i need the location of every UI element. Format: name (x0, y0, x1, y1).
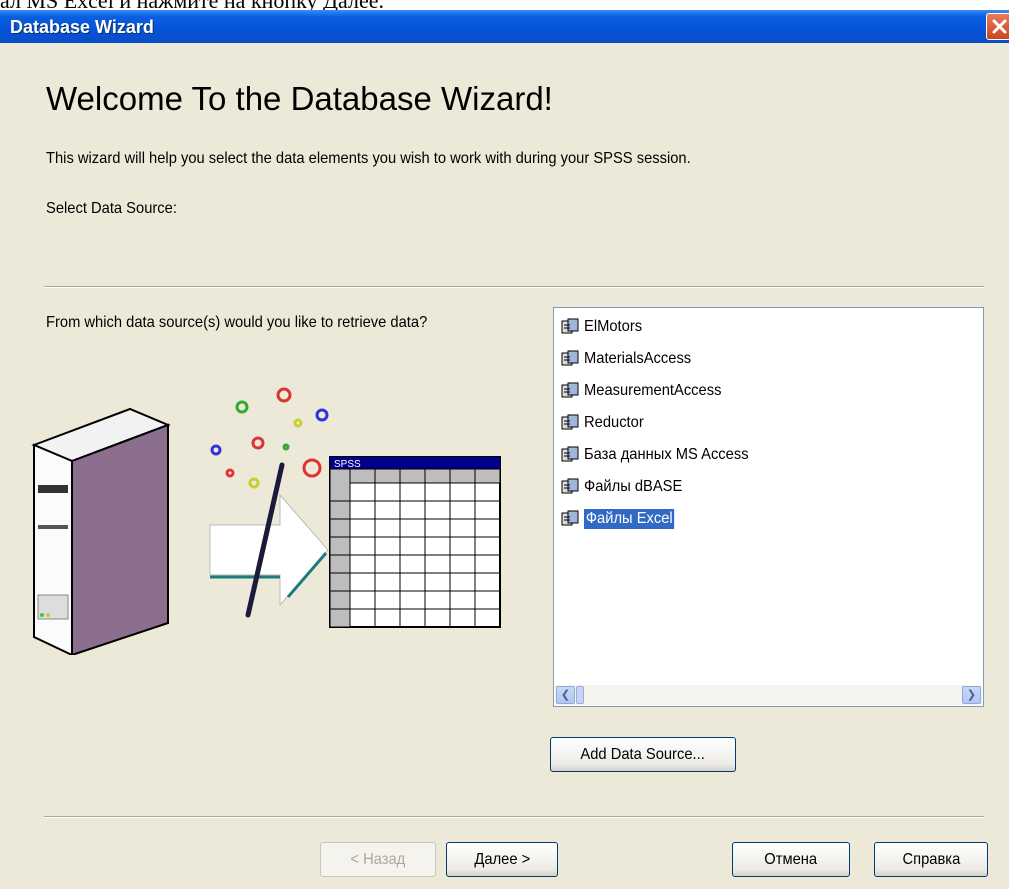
database-wizard-dialog: Database Wizard Welcome To the Database … (0, 10, 1009, 889)
list-item[interactable]: Файлы Excel (560, 506, 682, 532)
bubbles-icon (210, 387, 329, 489)
back-button[interactable]: < Назад (320, 842, 436, 877)
list-item-label: База данных MS Access (584, 446, 749, 463)
computer-tower-icon (31, 407, 171, 655)
data-source-question: From which data source(s) would you like… (46, 314, 428, 331)
database-icon (560, 382, 584, 400)
divider (44, 286, 984, 288)
add-data-source-button[interactable]: Add Data Source... (550, 737, 736, 772)
wizard-description: This wizard will help you select the dat… (46, 150, 691, 167)
scroll-thumb[interactable] (576, 686, 584, 704)
database-icon (560, 414, 584, 432)
close-button[interactable] (986, 13, 1009, 40)
database-icon (560, 318, 584, 336)
wizard-heading: Welcome To the Database Wizard! (46, 80, 553, 117)
select-data-source-label: Select Data Source: (46, 200, 177, 217)
horizontal-scrollbar[interactable]: ❮ ❯ (555, 685, 982, 705)
cancel-button[interactable]: Отмена (732, 842, 850, 877)
scroll-right-button[interactable]: ❯ (962, 686, 981, 704)
spreadsheet-icon: SPSS (329, 456, 501, 628)
list-item-label: MaterialsAccess (584, 350, 692, 367)
wizard-illustration: SPSS (31, 387, 501, 655)
list-item-label: Файлы dBASE (584, 478, 683, 495)
data-source-list[interactable]: ElMotors MaterialsAccess MeasurementAccess… (553, 307, 984, 707)
window-title: Database Wizard (10, 17, 154, 37)
chevron-left-icon: ❮ (560, 689, 571, 701)
list-item[interactable]: ElMotors (560, 314, 647, 340)
next-button[interactable]: Далее > (446, 842, 558, 877)
chevron-right-icon: ❯ (966, 689, 977, 701)
database-icon (560, 510, 584, 528)
list-item[interactable]: Файлы dBASE (560, 474, 691, 500)
list-item-label: ElMotors (584, 318, 643, 335)
database-icon (560, 350, 584, 368)
list-item[interactable]: MaterialsAccess (560, 346, 700, 372)
list-item[interactable]: База данных MS Access (560, 442, 763, 468)
close-icon (992, 19, 1007, 34)
list-item-label: Файлы Excel (584, 509, 675, 529)
bottom-divider (44, 816, 984, 818)
list-item-label: Reductor (584, 414, 644, 431)
list-item[interactable]: Reductor (560, 410, 649, 436)
list-item[interactable]: MeasurementAccess (560, 378, 733, 404)
database-icon (560, 446, 584, 464)
scroll-left-button[interactable]: ❮ (556, 686, 575, 704)
database-icon (560, 478, 584, 496)
title-bar[interactable]: Database Wizard (0, 10, 1009, 43)
help-button[interactable]: Справка (874, 842, 988, 877)
list-item-label: MeasurementAccess (584, 382, 722, 399)
spreadsheet-label: SPSS (334, 459, 361, 470)
